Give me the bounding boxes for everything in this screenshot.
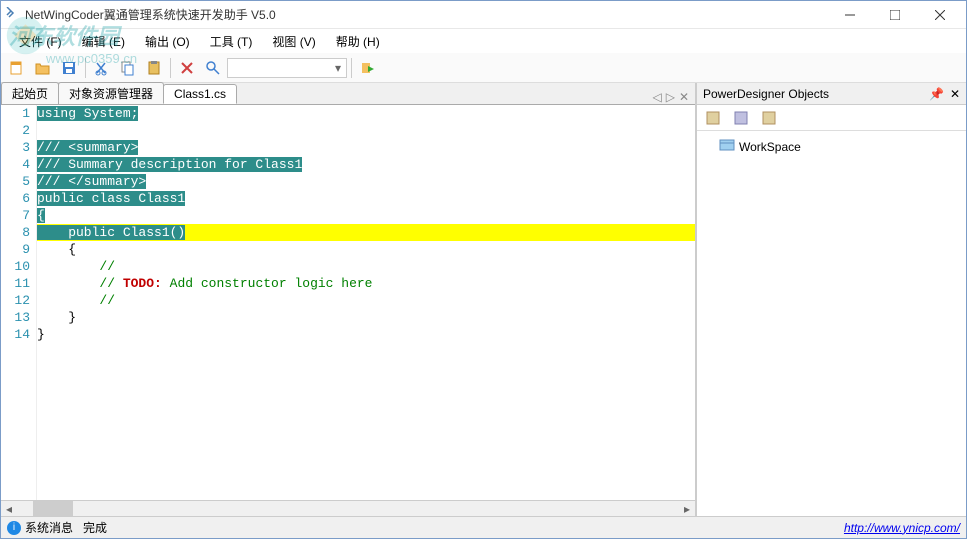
panel-toolbar (697, 105, 966, 131)
editor-pane: 起始页 对象资源管理器 Class1.cs ◁ ▷ ✕ 1 2 3 4 5 6 … (1, 83, 696, 516)
tab-controls: ◁ ▷ ✕ (652, 90, 695, 104)
save-button[interactable] (57, 56, 81, 80)
code-line-7: { (37, 208, 45, 223)
panel-tool-2[interactable] (729, 106, 753, 130)
app-window: 河东软件园 www.pc0359.cn NetWingCoder翼通管理系统快速… (0, 0, 967, 539)
new-button[interactable] (5, 56, 29, 80)
pin-icon[interactable]: 📌 (929, 87, 944, 101)
tab-start[interactable]: 起始页 (1, 82, 59, 104)
close-button[interactable] (917, 1, 962, 29)
tab-prev-button[interactable]: ◁ (652, 90, 661, 104)
tree-root-item[interactable]: WorkSpace (701, 135, 962, 158)
tab-next-button[interactable]: ▷ (666, 90, 675, 104)
code-line-13: } (37, 309, 695, 326)
code-line-12: // (37, 292, 695, 309)
toolbar: ▾ (1, 53, 966, 83)
app-icon (5, 7, 21, 23)
scroll-left-icon[interactable]: ◂ (1, 501, 17, 516)
horizontal-scrollbar[interactable]: ◂ ▸ (1, 500, 695, 516)
code-line-4: /// Summary description for Class1 (37, 157, 302, 172)
copy-button[interactable] (116, 56, 140, 80)
code-line-6: public class Class1 (37, 191, 185, 206)
code-line-9: { (37, 241, 695, 258)
code-line-2 (37, 122, 695, 139)
tab-class1[interactable]: Class1.cs (163, 84, 237, 104)
tab-explorer[interactable]: 对象资源管理器 (58, 82, 164, 104)
panel-close-button[interactable]: ✕ (950, 87, 960, 101)
tree-root-label: WorkSpace (739, 140, 801, 154)
menu-tools[interactable]: 工具 (T) (200, 31, 263, 52)
code-body[interactable]: using System; /// <summary> /// Summary … (37, 105, 695, 500)
menu-help[interactable]: 帮助 (H) (326, 31, 390, 52)
tab-close-button[interactable]: ✕ (679, 90, 689, 104)
toolbar-separator (351, 58, 352, 78)
menubar: 文件 (F) 编辑 (E) 输出 (O) 工具 (T) 视图 (V) 帮助 (H… (1, 29, 966, 53)
panel-body: WorkSpace (697, 131, 966, 516)
scroll-thumb[interactable] (33, 501, 73, 516)
workspace-icon (719, 137, 735, 156)
toolbar-combo[interactable]: ▾ (227, 58, 347, 78)
paste-button[interactable] (142, 56, 166, 80)
toolbar-separator (85, 58, 86, 78)
status-link[interactable]: http://www.ynicp.com/ (844, 521, 960, 535)
code-editor[interactable]: 1 2 3 4 5 6 7 8 9 10 11 12 13 14 using S… (1, 105, 695, 500)
code-line-14: } (37, 326, 695, 343)
minimize-button[interactable] (827, 1, 872, 29)
window-title: NetWingCoder翼通管理系统快速开发助手 V5.0 (25, 6, 827, 23)
toolbar-separator (170, 58, 171, 78)
panel-tool-3[interactable] (757, 106, 781, 130)
status-done: 完成 (83, 519, 107, 536)
code-line-1: using System; (37, 106, 138, 121)
open-button[interactable] (31, 56, 55, 80)
info-icon: i (7, 521, 21, 535)
panel-title: PowerDesigner Objects (703, 87, 929, 101)
statusbar: i 系统消息 完成 http://www.ynicp.com/ (1, 516, 966, 538)
panel-header: PowerDesigner Objects 📌 ✕ (697, 83, 966, 105)
delete-button[interactable] (175, 56, 199, 80)
menu-file[interactable]: 文件 (F) (9, 31, 72, 52)
code-line-11: // TODO: Add constructor logic here (37, 275, 695, 292)
code-line-5: /// </summary> (37, 174, 146, 189)
side-panel: PowerDesigner Objects 📌 ✕ WorkSpace (696, 83, 966, 516)
maximize-button[interactable] (872, 1, 917, 29)
run-button[interactable] (356, 56, 380, 80)
status-messages[interactable]: 系统消息 (25, 519, 73, 536)
tabbar: 起始页 对象资源管理器 Class1.cs ◁ ▷ ✕ (1, 83, 695, 105)
titlebar: NetWingCoder翼通管理系统快速开发助手 V5.0 (1, 1, 966, 29)
content-area: 起始页 对象资源管理器 Class1.cs ◁ ▷ ✕ 1 2 3 4 5 6 … (1, 83, 966, 516)
chevron-down-icon: ▾ (330, 61, 346, 75)
scroll-right-icon[interactable]: ▸ (679, 501, 695, 516)
menu-view[interactable]: 视图 (V) (262, 31, 325, 52)
code-line-3: /// <summary> (37, 140, 138, 155)
cut-button[interactable] (90, 56, 114, 80)
line-gutter: 1 2 3 4 5 6 7 8 9 10 11 12 13 14 (1, 105, 37, 500)
panel-tool-1[interactable] (701, 106, 725, 130)
code-line-10: // (37, 258, 695, 275)
menu-edit[interactable]: 编辑 (E) (72, 31, 135, 52)
code-line-8: public Class1() (37, 224, 695, 241)
search-button[interactable] (201, 56, 225, 80)
menu-output[interactable]: 输出 (O) (135, 31, 200, 52)
